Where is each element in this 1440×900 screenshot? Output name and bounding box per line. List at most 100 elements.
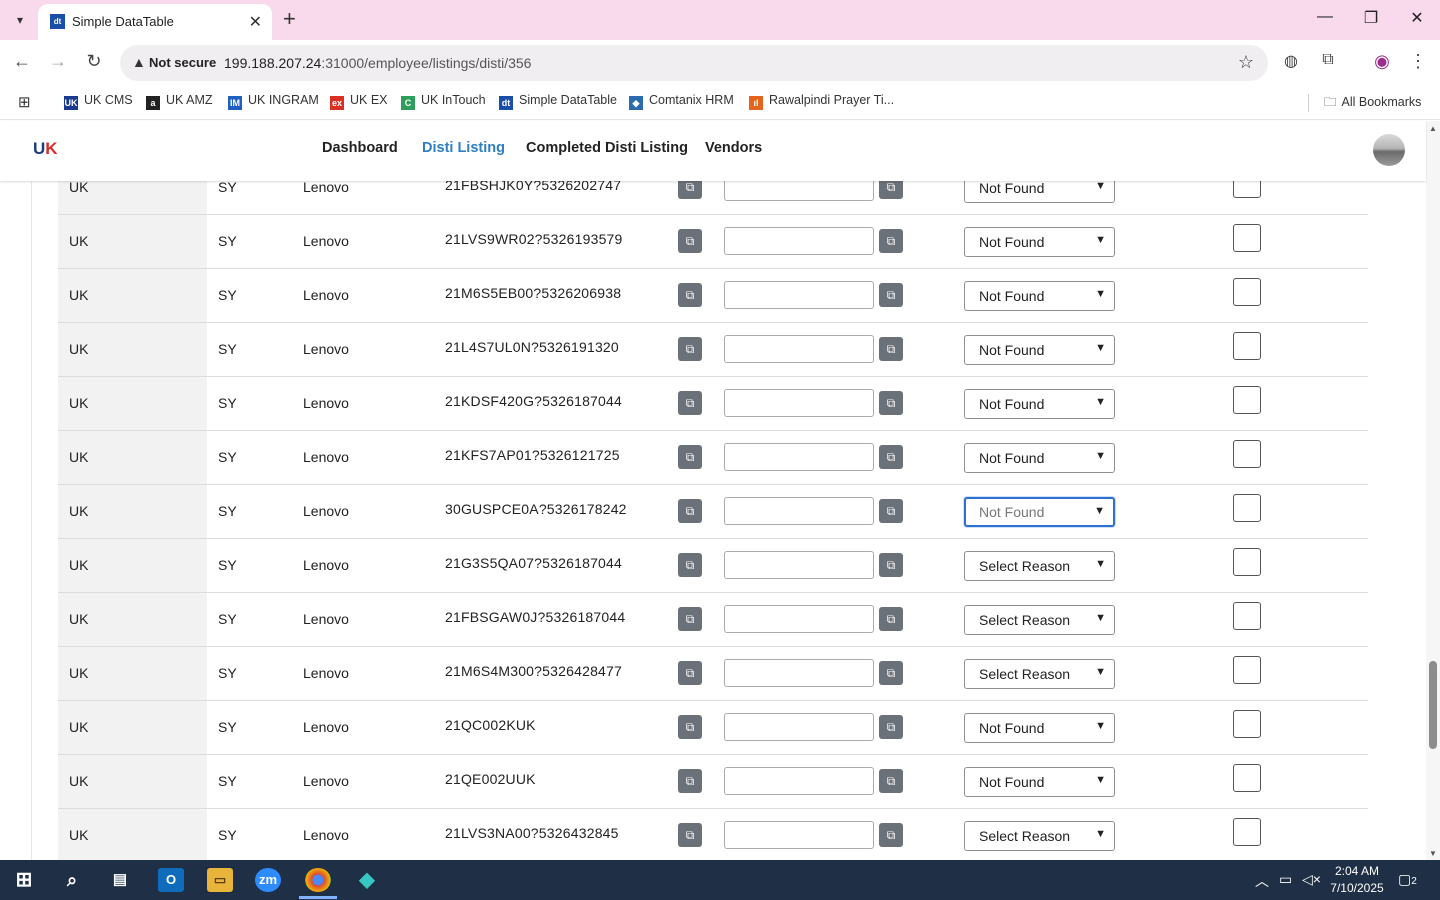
copy-code-icon[interactable]: ⧉ (678, 607, 702, 631)
reason-select[interactable]: Not Found ▼ (964, 767, 1115, 797)
value-input[interactable] (724, 443, 874, 471)
value-input[interactable] (724, 551, 874, 579)
scroll-thumb[interactable] (1429, 661, 1437, 749)
row-checkbox[interactable] (1233, 764, 1261, 792)
tab-search-chevron-icon[interactable]: ▾ (8, 9, 32, 31)
paste-icon[interactable]: ⧉ (879, 607, 903, 631)
extensions-icon[interactable]: ⧉ (1316, 51, 1340, 69)
notifications-icon[interactable]: ▢2 (1398, 871, 1417, 888)
paste-icon[interactable]: ⧉ (879, 823, 903, 847)
row-checkbox[interactable] (1233, 818, 1261, 846)
bookmark-item[interactable]: ıl Rawalpindi Prayer Ti... (749, 93, 894, 110)
copy-code-icon[interactable]: ⧉ (678, 661, 702, 685)
paste-icon[interactable]: ⧉ (879, 499, 903, 523)
reason-select[interactable]: Not Found ▼ (964, 181, 1115, 203)
copy-code-icon[interactable]: ⧉ (678, 283, 702, 307)
value-input[interactable] (724, 659, 874, 687)
paste-icon[interactable]: ⧉ (879, 283, 903, 307)
search-icon[interactable]: ⌕ (59, 868, 85, 892)
bookmark-item[interactable]: UK UK CMS (64, 93, 133, 110)
row-checkbox[interactable] (1233, 440, 1261, 468)
paste-icon[interactable]: ⧉ (879, 715, 903, 739)
apps-grid-icon[interactable]: ⊞ (18, 93, 31, 111)
reason-select[interactable]: Select Reason ▼ (964, 605, 1115, 635)
reason-select[interactable]: Not Found ▼ (964, 443, 1115, 473)
bookmark-item[interactable]: a UK AMZ (146, 93, 213, 110)
value-input[interactable] (724, 389, 874, 417)
minimize-icon[interactable]: — (1313, 8, 1337, 26)
app-diamond-icon[interactable]: ◆ (354, 868, 380, 892)
profile-icon[interactable]: ◉ (1370, 51, 1394, 72)
paste-icon[interactable]: ⧉ (879, 229, 903, 253)
row-checkbox[interactable] (1233, 548, 1261, 576)
close-tab-icon[interactable]: ✕ (249, 12, 262, 32)
bookmark-item[interactable]: dt Simple DataTable (499, 93, 617, 110)
row-checkbox[interactable] (1233, 656, 1261, 684)
window-close-icon[interactable]: ✕ (1405, 8, 1429, 28)
paste-icon[interactable]: ⧉ (879, 337, 903, 361)
restore-icon[interactable]: ❐ (1359, 8, 1383, 28)
value-input[interactable] (724, 497, 874, 525)
value-input[interactable] (724, 821, 874, 849)
windows-start-icon[interactable]: ⊞ (11, 868, 37, 892)
copy-code-icon[interactable]: ⧉ (678, 715, 702, 739)
volume-muted-icon[interactable]: ◁× (1302, 871, 1321, 888)
reason-select[interactable]: Select Reason ▼ (964, 551, 1115, 581)
scroll-down-icon[interactable]: ▼ (1429, 849, 1437, 858)
reason-select[interactable]: Not Found ▼ (964, 227, 1115, 257)
copy-code-icon[interactable]: ⧉ (678, 181, 702, 199)
value-input[interactable] (724, 713, 874, 741)
reload-icon[interactable]: ↻ (82, 51, 106, 72)
task-view-icon[interactable]: ▤ (107, 868, 133, 892)
row-checkbox[interactable] (1233, 386, 1261, 414)
copy-code-icon[interactable]: ⧉ (678, 553, 702, 577)
value-input[interactable] (724, 335, 874, 363)
reason-select[interactable]: Not Found ▼ (964, 281, 1115, 311)
paste-icon[interactable]: ⧉ (879, 445, 903, 469)
nav-item-vendors[interactable]: Vendors (705, 140, 762, 156)
translate-icon[interactable]: ◍ (1279, 51, 1303, 71)
network-icon[interactable]: ▭ (1279, 871, 1292, 888)
clock[interactable]: 2:04 AM 7/10/2025 (1326, 863, 1388, 897)
reason-select[interactable]: Select Reason ▼ (964, 659, 1115, 689)
row-checkbox[interactable] (1233, 278, 1261, 306)
user-avatar[interactable] (1373, 134, 1405, 166)
zoom-icon[interactable]: zm (255, 868, 281, 892)
reason-select[interactable]: Select Reason ▼ (964, 821, 1115, 851)
address-bar[interactable]: ▲ Not secure 199.188.207.24:31000/employ… (120, 45, 1268, 81)
bookmark-item[interactable]: IM UK INGRAM (228, 93, 319, 110)
value-input[interactable] (724, 181, 874, 201)
row-checkbox[interactable] (1233, 181, 1261, 198)
copy-code-icon[interactable]: ⧉ (678, 823, 702, 847)
paste-icon[interactable]: ⧉ (879, 553, 903, 577)
new-tab-icon[interactable]: + (283, 8, 296, 30)
value-input[interactable] (724, 227, 874, 255)
not-secure-label[interactable]: Not secure (149, 55, 216, 70)
bookmark-item[interactable]: C UK InTouch (401, 93, 486, 110)
tray-chevron-icon[interactable]: ︿ (1255, 871, 1269, 891)
outlook-icon[interactable]: O (158, 868, 184, 892)
value-input[interactable] (724, 605, 874, 633)
copy-code-icon[interactable]: ⧉ (678, 337, 702, 361)
row-checkbox[interactable] (1233, 710, 1261, 738)
nav-item-completed-disti-listing[interactable]: Completed Disti Listing (526, 140, 688, 156)
more-menu-icon[interactable]: ⋮ (1406, 51, 1430, 72)
paste-icon[interactable]: ⧉ (879, 661, 903, 685)
value-input[interactable] (724, 281, 874, 309)
copy-code-icon[interactable]: ⧉ (678, 391, 702, 415)
back-icon[interactable]: ← (10, 51, 34, 72)
copy-code-icon[interactable]: ⧉ (678, 499, 702, 523)
reason-select[interactable]: Not Found ▼ (964, 713, 1115, 743)
copy-code-icon[interactable]: ⧉ (678, 229, 702, 253)
paste-icon[interactable]: ⧉ (879, 769, 903, 793)
page-scrollbar[interactable]: ▲ ▼ (1426, 121, 1440, 860)
row-checkbox[interactable] (1233, 494, 1261, 522)
uk-logo[interactable]: UK (33, 139, 58, 159)
row-checkbox[interactable] (1233, 602, 1261, 630)
file-explorer-icon[interactable]: ▭ (207, 868, 233, 892)
row-checkbox[interactable] (1233, 224, 1261, 252)
chrome-icon[interactable] (305, 868, 331, 892)
nav-item-dashboard[interactable]: Dashboard (322, 140, 398, 156)
url-text[interactable]: 199.188.207.24:31000/employee/listings/d… (224, 55, 531, 71)
bookmark-item[interactable]: ◆ Comtanix HRM (629, 93, 734, 110)
